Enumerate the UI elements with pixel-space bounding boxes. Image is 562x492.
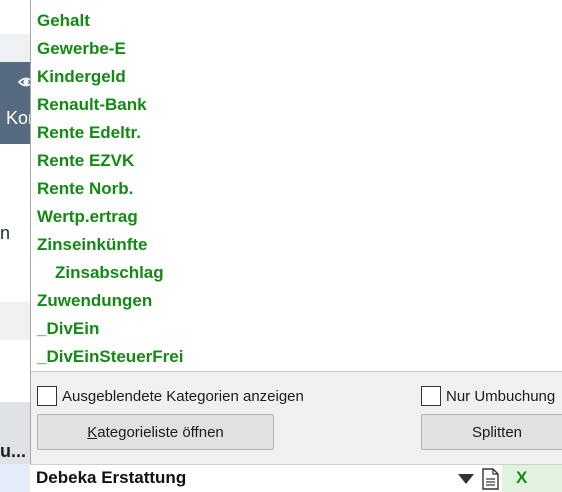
clear-button[interactable]: X bbox=[516, 468, 527, 488]
show-hidden-categories-checkbox[interactable]: Ausgeblendete Kategorien anzeigen bbox=[37, 386, 304, 406]
clear-cell: X bbox=[502, 465, 562, 492]
category-list-item[interactable]: Zinseinkünfte bbox=[31, 231, 562, 259]
background-partial-label: u... bbox=[0, 441, 26, 461]
split-button-label: Splitten bbox=[471, 423, 523, 441]
category-input-row: Debeka Erstattung X bbox=[30, 464, 562, 492]
only-transfers-label: Nur Umbuchung bbox=[446, 387, 556, 405]
triangle-down-icon bbox=[458, 474, 474, 484]
open-category-list-label: ategorieliste öffnen bbox=[97, 423, 224, 441]
category-list: Gehalt Gewerbe-E Kindergeld Renault-Bank Ren… bbox=[31, 7, 562, 371]
checkbox-box[interactable] bbox=[421, 386, 441, 406]
category-list-item[interactable]: _DivEinSteuerFrei bbox=[31, 343, 562, 371]
category-list-item[interactable]: Zinsabschlag bbox=[31, 259, 562, 287]
background-window: Kor n u... bbox=[0, 0, 32, 492]
category-list-item[interactable]: _DivEin bbox=[31, 315, 562, 343]
background-selection-strip bbox=[0, 464, 32, 492]
dropdown-options-panel: Ausgeblendete Kategorien anzeigen Nur Um… bbox=[31, 371, 562, 464]
background-dark-panel: Kor bbox=[0, 62, 32, 144]
category-list-item[interactable]: Rente Norb. bbox=[31, 175, 562, 203]
document-button[interactable] bbox=[479, 466, 501, 492]
category-list-item[interactable]: Renault-Bank bbox=[31, 91, 562, 119]
category-list-item[interactable]: Gehalt bbox=[31, 7, 562, 35]
show-hidden-categories-label: Ausgeblendete Kategorien anzeigen bbox=[62, 387, 304, 405]
background-partial-label: n bbox=[0, 223, 11, 243]
open-category-list-mnemonic: K bbox=[87, 423, 98, 441]
category-list-item[interactable]: Zuwendungen bbox=[31, 287, 562, 315]
category-dropdown-popup: Gehalt Gewerbe-E Kindergeld Renault-Bank Ren… bbox=[30, 0, 562, 464]
background-toolbar-strip bbox=[0, 34, 32, 62]
category-list-item[interactable]: Rente EZVK bbox=[31, 147, 562, 175]
background-partial-label: Kor bbox=[6, 108, 32, 128]
category-list-item[interactable]: Kindergeld bbox=[31, 63, 562, 91]
category-list-item[interactable]: Gewerbe-E bbox=[31, 35, 562, 63]
only-transfers-checkbox[interactable]: Nur Umbuchung bbox=[421, 386, 555, 406]
category-list-item[interactable]: Wertp.ertrag bbox=[31, 203, 562, 231]
split-button[interactable]: Splitten bbox=[421, 414, 562, 450]
category-input[interactable]: Debeka Erstattung bbox=[36, 468, 186, 488]
open-category-list-button[interactable]: Kategorieliste öffnen bbox=[37, 414, 274, 450]
category-list-item[interactable]: Rente Edeltr. bbox=[31, 119, 562, 147]
document-icon bbox=[482, 468, 499, 490]
dropdown-toggle-button[interactable] bbox=[454, 466, 478, 492]
background-row-strip bbox=[0, 302, 32, 340]
checkbox-box[interactable] bbox=[37, 386, 57, 406]
